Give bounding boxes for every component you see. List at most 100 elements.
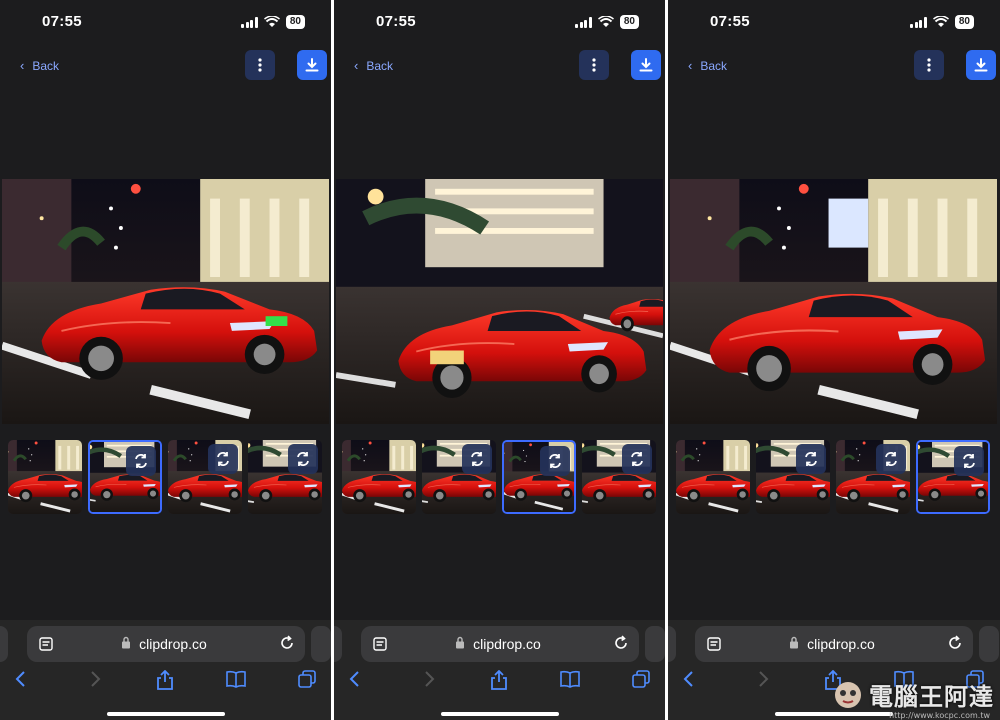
chevron-left-icon: ‹ — [688, 58, 693, 73]
status-time: 07:55 — [710, 13, 750, 30]
back-label: Back — [700, 58, 728, 73]
browser-toolbar: clipdrop.co — [334, 620, 665, 720]
browser-toolbar: clipdrop.co — [0, 620, 331, 720]
url-text: clipdrop.co — [807, 636, 875, 652]
regenerate-button[interactable] — [954, 446, 984, 476]
share-icon[interactable] — [490, 670, 508, 690]
reader-icon[interactable] — [707, 637, 721, 651]
download-button[interactable] — [966, 50, 996, 80]
browser-back-icon[interactable] — [682, 670, 696, 688]
thumbnail-selected[interactable] — [88, 440, 162, 514]
thumbnail-selected[interactable] — [916, 440, 990, 514]
download-icon — [974, 58, 988, 72]
cellular-signal-icon — [910, 16, 927, 28]
variation-thumbnails — [8, 440, 331, 514]
generated-image — [336, 179, 663, 424]
address-bar[interactable]: clipdrop.co — [695, 626, 973, 662]
lock-icon — [122, 636, 130, 649]
thumbnail[interactable] — [836, 440, 910, 514]
generated-image — [2, 179, 329, 424]
back-label: Back — [32, 58, 60, 73]
book-icon[interactable] — [560, 670, 580, 688]
reload-icon[interactable] — [613, 635, 629, 651]
browser-toolbar: clipdrop.co 電腦王阿達 http://www.kocpc.com.t… — [668, 620, 1000, 720]
variation-thumbnails — [342, 440, 665, 514]
download-icon — [639, 58, 653, 72]
thumbnail[interactable] — [756, 440, 830, 514]
thumbnail[interactable] — [582, 440, 656, 514]
watermark: 電腦王阿達 http://www.kocpc.com.tw — [833, 677, 994, 720]
battery-indicator: 80 — [285, 15, 305, 29]
browser-back-icon[interactable] — [348, 670, 362, 688]
reader-icon[interactable] — [39, 637, 53, 651]
thumbnail[interactable] — [342, 440, 416, 514]
regenerate-button[interactable] — [796, 444, 826, 474]
browser-nav — [0, 670, 331, 694]
thumbnail[interactable] — [422, 440, 496, 514]
status-time: 07:55 — [376, 13, 416, 30]
previous-tab-peek[interactable] — [334, 626, 342, 662]
battery-indicator: 80 — [954, 15, 974, 29]
thumbnail[interactable] — [248, 440, 322, 514]
next-tab-peek[interactable] — [645, 626, 665, 662]
watermark-title: 電腦王阿達 — [869, 683, 994, 711]
book-icon[interactable] — [226, 670, 246, 688]
reload-icon[interactable] — [947, 635, 963, 651]
thumbnail[interactable] — [168, 440, 242, 514]
refresh-icon — [297, 452, 309, 466]
thumbnail[interactable] — [676, 440, 750, 514]
address-bar[interactable]: clipdrop.co — [361, 626, 639, 662]
back-button[interactable]: ‹ Back — [688, 58, 727, 73]
refresh-icon — [885, 452, 897, 466]
more-vertical-icon — [927, 58, 931, 72]
refresh-icon — [217, 452, 229, 466]
download-button[interactable] — [297, 50, 327, 80]
back-button[interactable]: ‹ Back — [354, 58, 393, 73]
regenerate-button[interactable] — [876, 444, 906, 474]
refresh-icon — [631, 452, 643, 466]
status-bar: 07:55 80 — [334, 0, 665, 44]
status-bar: 07:55 80 — [668, 0, 1000, 44]
browser-forward-icon[interactable] — [88, 670, 102, 688]
regenerate-button[interactable] — [540, 446, 570, 476]
wifi-icon — [597, 16, 614, 27]
more-menu-button[interactable] — [914, 50, 944, 80]
download-button[interactable] — [631, 50, 661, 80]
address-bar[interactable]: clipdrop.co — [27, 626, 305, 662]
lock-icon — [790, 636, 798, 649]
reload-icon[interactable] — [279, 635, 295, 651]
previous-tab-peek[interactable] — [668, 626, 676, 662]
wifi-icon — [263, 16, 280, 27]
generated-image — [670, 179, 997, 424]
url-text: clipdrop.co — [139, 636, 207, 652]
browser-nav — [334, 670, 665, 694]
thumbnail-selected[interactable] — [502, 440, 576, 514]
regenerate-button[interactable] — [208, 444, 238, 474]
home-indicator — [107, 712, 225, 716]
next-tab-peek[interactable] — [979, 626, 999, 662]
thumbnail[interactable] — [8, 440, 82, 514]
browser-forward-icon[interactable] — [422, 670, 436, 688]
share-icon[interactable] — [156, 670, 174, 690]
refresh-icon — [135, 454, 147, 468]
browser-forward-icon[interactable] — [756, 670, 770, 688]
previous-tab-peek[interactable] — [0, 626, 8, 662]
regenerate-button[interactable] — [462, 444, 492, 474]
tabs-icon[interactable] — [298, 670, 316, 688]
regenerate-button[interactable] — [126, 446, 156, 476]
browser-back-icon[interactable] — [14, 670, 28, 688]
phone-screen-2: 07:55 80 ‹ Back clipdrop.co — [334, 0, 665, 720]
home-indicator — [775, 712, 893, 716]
status-time: 07:55 — [42, 13, 82, 30]
status-bar: 07:55 80 — [0, 0, 331, 44]
more-menu-button[interactable] — [245, 50, 275, 80]
regenerate-button[interactable] — [288, 444, 318, 474]
more-menu-button[interactable] — [579, 50, 609, 80]
next-tab-peek[interactable] — [311, 626, 331, 662]
home-indicator — [441, 712, 559, 716]
reader-icon[interactable] — [373, 637, 387, 651]
regenerate-button[interactable] — [622, 444, 652, 474]
back-button[interactable]: ‹ Back — [20, 58, 59, 73]
tabs-icon[interactable] — [632, 670, 650, 688]
app-header: ‹ Back — [668, 50, 1000, 82]
